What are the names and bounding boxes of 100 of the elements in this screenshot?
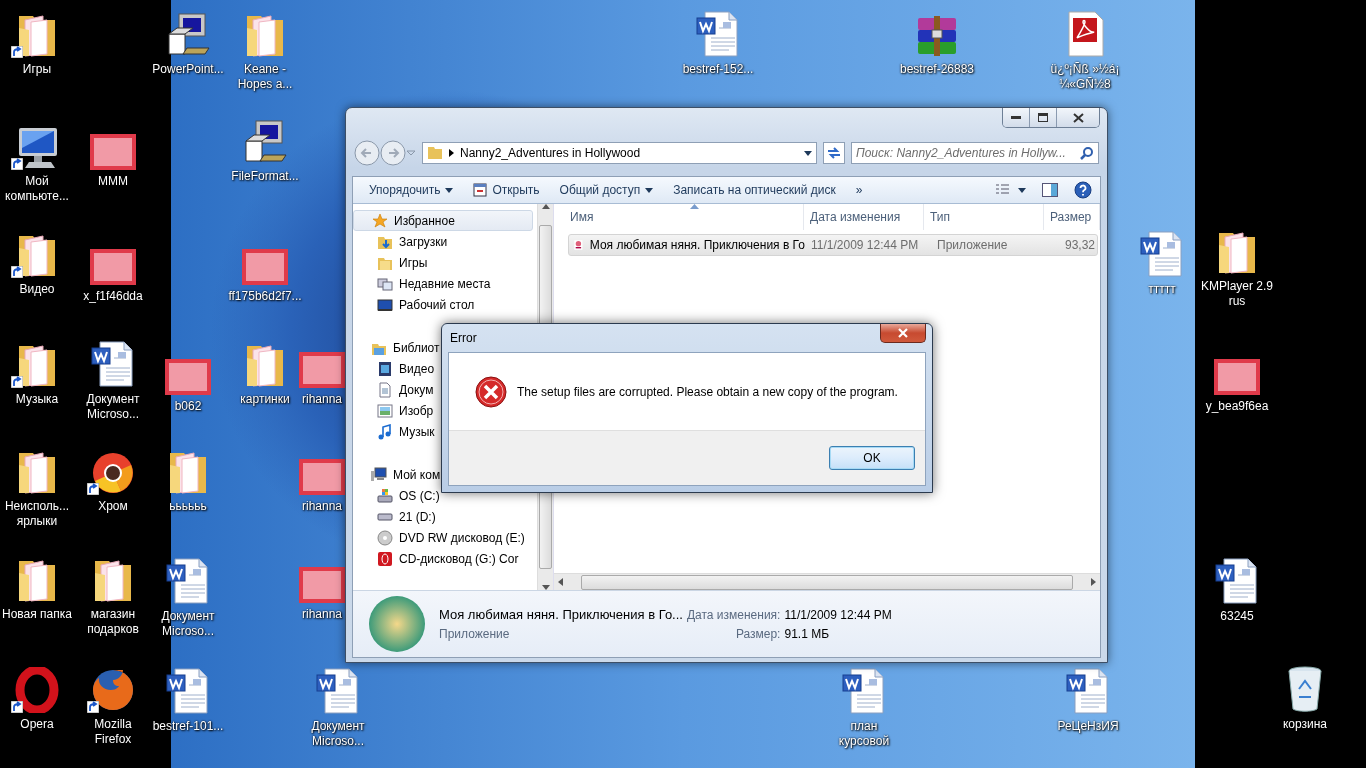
icon-label: магазин подарков <box>86 607 140 637</box>
search-field[interactable]: Поиск: Nanny2_Adventures in Hollyw... <box>851 142 1099 164</box>
browser-logo-icon[interactable] <box>91 451 135 495</box>
photo-thumbnail[interactable] <box>299 459 345 495</box>
navigation-item[interactable]: Недавние места <box>353 273 491 294</box>
icon-label: Игры <box>21 62 53 77</box>
toolbar-button[interactable]: Открыть <box>465 180 548 200</box>
desktop-icon <box>377 296 393 313</box>
scroll-right-arrow-icon[interactable] <box>1091 578 1096 586</box>
file-date: 11/1/2009 12:44 PM <box>810 238 920 252</box>
icon-label: ü¿º¡Ñß »½á¡ ¼«GÑ½8 <box>1049 62 1121 92</box>
icon-label: Видео <box>18 282 56 297</box>
column-header[interactable]: Дата изменения <box>804 204 924 230</box>
photo-thumbnail[interactable] <box>165 359 211 395</box>
document-icon[interactable] <box>841 667 887 715</box>
photo-thumbnail[interactable] <box>90 134 136 170</box>
column-header[interactable]: Размер <box>1044 204 1100 230</box>
close-button[interactable] <box>1057 108 1099 127</box>
file-size: 93,32 <box>1063 238 1096 252</box>
navigation-item[interactable]: OS (C:) <box>353 485 440 506</box>
column-header[interactable]: Тип <box>924 204 1044 230</box>
address-bar[interactable]: Nanny2_Adventures in Hollywood <box>422 142 817 164</box>
restore-icon <box>1038 113 1048 122</box>
photo-thumbnail[interactable] <box>1214 359 1260 395</box>
icon-label: x_f1f46dda <box>82 289 144 304</box>
navigation-item[interactable]: Мой ком <box>353 464 441 485</box>
navigation-item[interactable]: Изобр <box>353 400 434 421</box>
navigation-item[interactable]: 21 (D:) <box>353 506 436 527</box>
refresh-button[interactable] <box>823 142 845 164</box>
document-icon[interactable] <box>1214 557 1260 605</box>
navigation-item[interactable]: CD-дисковод (G:) Cor <box>353 548 519 569</box>
navigation-item[interactable]: Докум <box>353 379 434 400</box>
icon-label: rihanna <box>301 607 343 622</box>
pdf-file-icon[interactable] <box>1065 10 1105 58</box>
dropdown-caret-icon[interactable] <box>804 150 812 156</box>
computer-box-icon[interactable] <box>165 12 211 58</box>
document-icon[interactable] <box>315 667 361 715</box>
computer-box-icon[interactable] <box>242 119 288 165</box>
photo-thumbnail[interactable] <box>299 352 345 388</box>
navigation-item[interactable]: Музык <box>353 421 435 442</box>
error-message: The setup files are corrupted. Please obtain a new copy of the program. <box>517 384 898 399</box>
sort-arrow-icon <box>690 204 699 209</box>
preview-pane-icon[interactable] <box>1042 183 1058 197</box>
navigation-item[interactable]: DVD RW дисковод (E:) <box>353 527 525 548</box>
file-name: Моя любимая няня. Приключения в Го <box>589 238 805 252</box>
icon-label: картинки <box>239 392 291 407</box>
document-icon[interactable] <box>1139 230 1185 278</box>
toolbar-button[interactable]: » <box>847 180 871 200</box>
file-type: Приложение <box>936 238 1009 252</box>
document-icon[interactable] <box>90 340 136 388</box>
folder-icon[interactable] <box>17 557 57 603</box>
view-options-icon[interactable] <box>996 184 1026 196</box>
toolbar-button[interactable]: Упорядочить <box>361 180 462 200</box>
scrollbar[interactable] <box>554 573 1100 590</box>
minimize-button[interactable] <box>1003 108 1030 127</box>
navigation-item[interactable]: Игры <box>353 252 428 273</box>
folder-icon[interactable] <box>17 342 57 388</box>
icon-label: план курсовой <box>837 719 891 749</box>
icon-label: bestref-26883 <box>899 62 975 77</box>
icon-label: Opera <box>19 717 55 732</box>
file-row[interactable]: Моя любимая няня. Приключения в Го 11/1/2009 12:44 PM Приложение 93,32 <box>568 234 1098 256</box>
close-icon <box>1072 112 1084 123</box>
browser-logo-icon[interactable] <box>90 667 136 713</box>
document-icon[interactable] <box>165 667 211 715</box>
photo-thumbnail[interactable] <box>90 249 136 285</box>
navigation-item[interactable]: Избранное <box>353 210 533 231</box>
folder-icon[interactable] <box>17 449 57 495</box>
navigation-item[interactable]: Рабочий стол <box>353 294 475 315</box>
ok-button[interactable]: OK <box>829 446 915 470</box>
photo-thumbnail[interactable] <box>242 249 288 285</box>
icon-label: rihanna <box>301 499 343 514</box>
scroll-left-arrow-icon[interactable] <box>558 578 563 586</box>
scroll-up-arrow-icon[interactable] <box>541 204 550 209</box>
document-icon[interactable] <box>1065 667 1111 715</box>
folder-icon[interactable] <box>1217 229 1257 275</box>
icon-label: корзина <box>1281 717 1329 732</box>
navigation-item[interactable]: Библиот <box>353 337 440 358</box>
folder-icon[interactable] <box>17 232 57 278</box>
icon-label: Мой компьюте... <box>4 174 70 204</box>
music-note-icon <box>377 423 393 440</box>
help-icon[interactable] <box>1074 181 1092 199</box>
icon-label: KMPlayer 2.9 rus <box>1200 279 1274 309</box>
toolbar-button[interactable]: Общий доступ <box>551 180 662 200</box>
navigation-item[interactable]: Видео <box>353 358 435 379</box>
maximize-button[interactable] <box>1030 108 1057 127</box>
toolbar-button[interactable]: Записать на оптический диск <box>665 180 844 200</box>
document-icon[interactable] <box>695 10 741 58</box>
photo-thumbnail[interactable] <box>299 567 345 603</box>
scroll-down-arrow-icon[interactable] <box>541 585 550 590</box>
icon-label: ff175b6d2f7... <box>227 289 303 304</box>
icon-label: РеЦеНзИЯ <box>1056 719 1120 734</box>
o-logo-icon[interactable] <box>15 667 59 713</box>
folder-icon[interactable] <box>168 449 208 495</box>
trash-bin-icon[interactable] <box>1285 665 1325 713</box>
folder-icon[interactable] <box>17 12 57 58</box>
folder-icon <box>427 146 443 160</box>
document-icon[interactable] <box>165 557 211 605</box>
close-button[interactable] <box>880 324 926 343</box>
navigation-item[interactable]: Загрузки <box>353 231 448 252</box>
folder-icon[interactable] <box>93 557 133 603</box>
